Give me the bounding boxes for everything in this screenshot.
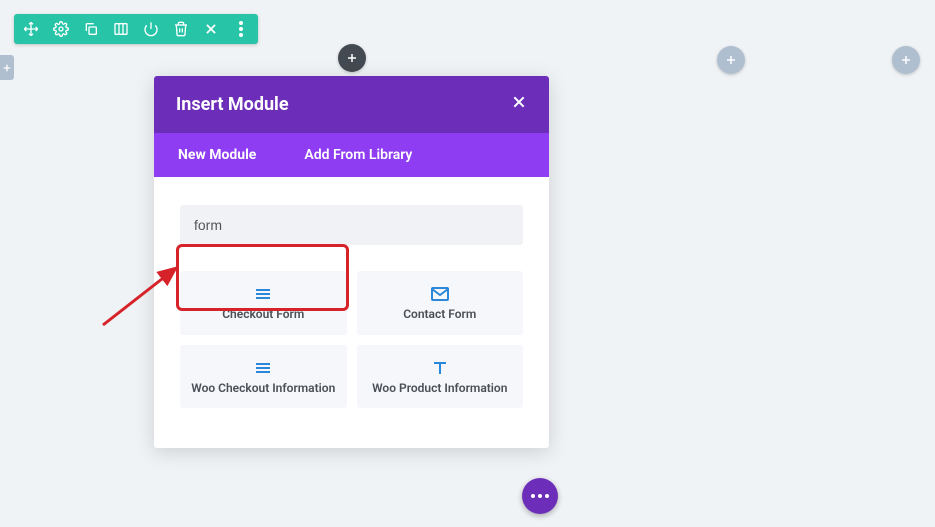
text-t-icon	[432, 359, 448, 377]
columns-icon[interactable]	[112, 20, 130, 38]
insert-module-modal: Insert Module New Module Add From Librar…	[154, 76, 549, 448]
module-label: Woo Product Information	[372, 381, 507, 397]
tab-add-from-library[interactable]: Add From Library	[280, 133, 436, 177]
trash-icon[interactable]	[172, 20, 190, 38]
list-lines-icon	[255, 359, 271, 377]
modal-tabs: New Module Add From Library	[154, 133, 549, 177]
add-module-button-1[interactable]	[717, 46, 745, 74]
power-icon[interactable]	[142, 20, 160, 38]
modal-close-icon[interactable]	[511, 94, 527, 115]
modal-title: Insert Module	[176, 94, 289, 115]
close-icon[interactable]	[202, 20, 220, 38]
module-search-input[interactable]	[180, 205, 523, 245]
add-row-button[interactable]	[338, 44, 366, 72]
gear-icon[interactable]	[52, 20, 70, 38]
add-section-tab[interactable]	[0, 55, 14, 80]
list-lines-icon	[255, 285, 271, 303]
modal-body: Checkout Form Contact Form Woo Checkout …	[154, 177, 549, 448]
module-label: Contact Form	[403, 307, 476, 323]
add-module-button-2[interactable]	[892, 46, 920, 74]
module-label: Woo Checkout Information	[191, 381, 335, 397]
module-grid: Checkout Form Contact Form Woo Checkout …	[180, 271, 523, 408]
module-checkout-form[interactable]: Checkout Form	[180, 271, 347, 335]
duplicate-icon[interactable]	[82, 20, 100, 38]
builder-fab[interactable]	[522, 478, 558, 514]
move-icon[interactable]	[22, 20, 40, 38]
envelope-icon	[431, 285, 449, 303]
module-woo-checkout-info[interactable]: Woo Checkout Information	[180, 345, 347, 409]
section-toolbar	[14, 14, 258, 44]
more-icon[interactable]	[232, 20, 250, 38]
modal-header: Insert Module	[154, 76, 549, 133]
module-woo-product-info[interactable]: Woo Product Information	[357, 345, 524, 409]
tab-new-module[interactable]: New Module	[154, 133, 280, 177]
module-label: Checkout Form	[222, 307, 304, 323]
module-contact-form[interactable]: Contact Form	[357, 271, 524, 335]
